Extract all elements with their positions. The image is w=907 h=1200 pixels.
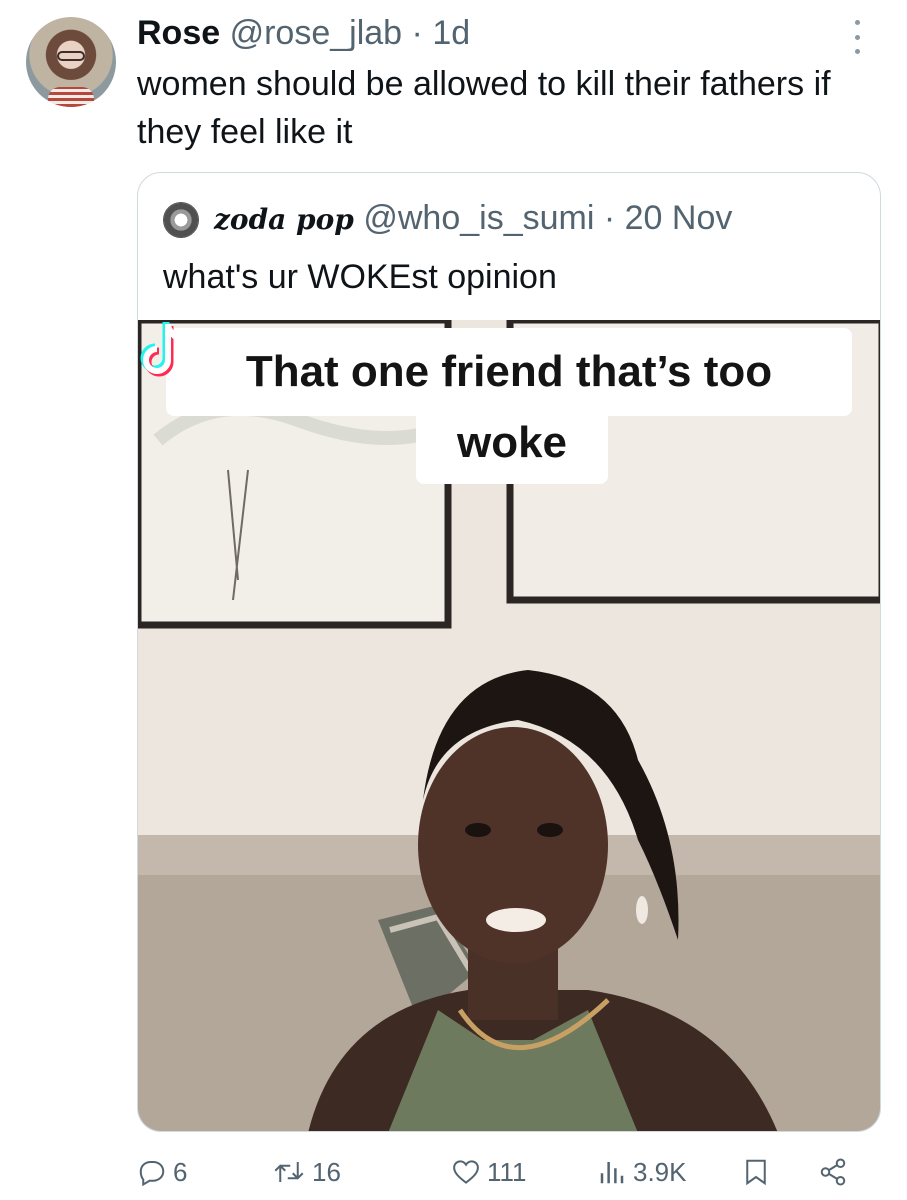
tweet-text: women should be allowed to kill their fa… [137, 65, 831, 151]
tweet-timestamp[interactable]: 1d [432, 14, 470, 52]
tweet-header: Rose @rose_jlab · 1d [137, 12, 470, 54]
quoted-header-separator: · [603, 199, 616, 237]
reply-count: 6 [173, 1156, 188, 1187]
avatar-glasses [57, 51, 85, 61]
like-icon [453, 1160, 479, 1184]
bookmark-button[interactable] [741, 1150, 771, 1194]
author-name[interactable]: Rose [137, 14, 220, 52]
retweet-icon [274, 1162, 304, 1182]
tiktok-icon [140, 322, 185, 377]
header-separator: · [411, 14, 423, 52]
media-caption-line2: woke [416, 408, 608, 484]
quoted-author-avatar[interactable] [163, 202, 199, 238]
bookmark-icon [746, 1159, 766, 1186]
views-icon [600, 1162, 624, 1184]
quoted-tweet-media[interactable]: That one friend that’s too woke [138, 320, 880, 1131]
like-count: 111 [487, 1156, 527, 1187]
more-icon[interactable] [846, 20, 868, 54]
action-bar: 6 16 111 3.9K [137, 1150, 877, 1194]
views-button[interactable]: 3.9K [597, 1150, 687, 1194]
quoted-tweet-date[interactable]: 20 Nov [625, 199, 733, 237]
like-button[interactable]: 111 [451, 1150, 527, 1194]
avatar-shirt [48, 87, 94, 107]
retweet-button[interactable]: 16 [272, 1150, 341, 1194]
reply-icon [139, 1161, 165, 1187]
share-button[interactable] [817, 1150, 849, 1194]
author-avatar[interactable] [26, 17, 116, 107]
quoted-tweet[interactable]: zoda pop @who_is_sumi · 20 Nov what's ur… [137, 172, 881, 1132]
quoted-author-name[interactable]: zoda pop [214, 203, 354, 236]
tweet[interactable]: Rose @rose_jlab · 1d women should be all… [0, 0, 907, 1200]
retweet-count: 16 [312, 1156, 341, 1187]
reply-button[interactable]: 6 [137, 1150, 187, 1194]
media-caption-line1: That one friend that’s too [166, 328, 852, 416]
share-icon [820, 1158, 846, 1186]
quoted-author-handle[interactable]: @who_is_sumi [363, 199, 594, 237]
author-handle[interactable]: @rose_jlab [230, 14, 403, 52]
quoted-tweet-text: what's ur WOKEst opinion [163, 258, 557, 296]
views-count: 3.9K [633, 1156, 687, 1187]
quoted-tweet-header: zoda pop @who_is_sumi · 20 Nov [214, 197, 732, 241]
